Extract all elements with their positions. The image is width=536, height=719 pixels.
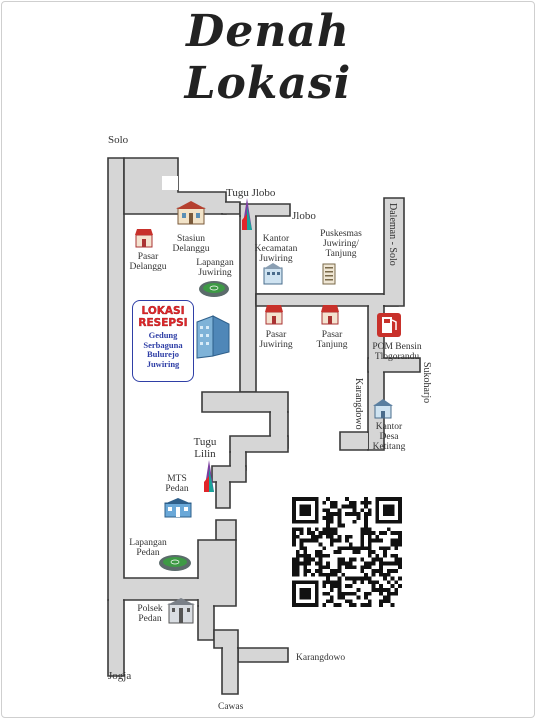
label-lapangan-juwiring-line-1: Lapangan: [196, 258, 234, 268]
label-kantor-desa-line-1: Kantor: [375, 422, 403, 432]
block-north: [162, 176, 178, 190]
label-tugu-lilin-line-1: Tugu: [193, 436, 217, 448]
label-cawas: Cawas: [218, 702, 244, 712]
label-kantor-kec-line-3: Juwiring: [259, 254, 293, 264]
market-awning-icon: [135, 229, 153, 248]
label-kantor-desa: Kantor Desa Ketitang: [370, 422, 408, 452]
venue-heading-1: LOKASI: [141, 305, 185, 317]
label-puskesmas-line-3: Tanjung: [325, 249, 357, 259]
label-jogja: Jogja: [108, 670, 132, 682]
school-icon: [164, 498, 192, 518]
label-mts-line-1: MTS: [167, 474, 187, 484]
label-karangdowo-south: Karangdowo: [296, 653, 346, 663]
label-stasiun-line-2: Delanggu: [172, 244, 210, 254]
label-lapangan-pedan: Lapangan Pedan: [126, 538, 170, 558]
office-building-icon: [263, 263, 283, 285]
label-tugu-lilin: Tugu Lilin: [190, 436, 220, 460]
office-building-icon: [322, 263, 336, 285]
police-station-icon: [167, 598, 195, 624]
label-solo: Solo: [108, 134, 129, 146]
label-puskesmas-line-2: Juwiring/: [323, 239, 359, 249]
market-awning-icon: [265, 305, 283, 325]
label-kantor-kec-line-1: Kantor: [262, 234, 290, 244]
label-pasar-juwiring: Pasar Juwiring: [256, 330, 296, 350]
label-polsek-line-2: Pedan: [138, 614, 162, 624]
venue-card: LOKASI RESEPSI Gedung Serbaguna Bulurejo…: [132, 300, 194, 382]
station-icon: [176, 201, 206, 225]
label-pasar-juwiring-line-2: Juwiring: [259, 340, 293, 350]
venue-name-4: Juwiring: [146, 358, 180, 369]
label-lapangan-pedan-line-1: Lapangan: [129, 538, 167, 548]
label-jlobo: Jlobo: [292, 210, 316, 222]
label-pasar-tanjung-line-1: Pasar: [321, 330, 343, 340]
label-pasar-delanggu: Pasar Delanggu: [128, 252, 168, 272]
label-lapangan-pedan-line-2: Pedan: [136, 548, 160, 558]
label-pasar-delanggu-line-1: Pasar: [137, 252, 159, 262]
label-tugu-lilin-line-2: Lilin: [194, 448, 216, 460]
label-stasiun-line-1: Stasiun: [177, 234, 205, 244]
label-tugu-jlobo: Tugu Jlobo: [226, 187, 276, 199]
office-building-icon: [196, 315, 230, 359]
label-pasar-tanjung-line-2: Tanjung: [316, 340, 348, 350]
label-karangdowo-vertical: Karangdowo: [353, 378, 364, 430]
label-polsek-line-1: Polsek: [137, 604, 163, 614]
label-mts-pedan: MTS Pedan: [162, 474, 192, 494]
label-puskesmas-line-1: Puskesmas: [320, 229, 362, 239]
fuel-pump-icon: [377, 313, 401, 337]
label-kantor-desa-line-2: Desa: [379, 432, 399, 442]
label-puskesmas: Puskesmas Juwiring/ Tanjung: [316, 229, 366, 259]
label-pasar-delanggu-line-2: Delanggu: [129, 262, 167, 272]
monument-icon: [204, 460, 214, 492]
label-mts-line-2: Pedan: [165, 484, 189, 494]
label-lapangan-juwiring: Lapangan Juwiring: [194, 258, 236, 278]
label-polsek-pedan: Polsek Pedan: [132, 604, 168, 624]
market-awning-icon: [321, 305, 339, 325]
label-stasiun: Stasiun Delanggu: [172, 234, 210, 254]
venue-heading-2: RESEPSI: [138, 317, 188, 329]
monument-icon: [242, 198, 252, 230]
road-map: [107, 157, 421, 695]
label-lapangan-juwiring-line-2: Juwiring: [198, 268, 232, 278]
label-pom-bensin: POM Bensin Tlogorandu: [368, 342, 426, 362]
label-pasar-tanjung: Pasar Tanjung: [312, 330, 352, 350]
label-kantor-kec-line-2: Kecamatan: [254, 244, 298, 254]
label-pasar-juwiring-line-1: Pasar: [265, 330, 287, 340]
label-pom-line-2: Tlogorandu: [374, 352, 420, 362]
office-building-icon: [373, 399, 393, 419]
label-kantor-desa-line-3: Ketitang: [372, 442, 406, 452]
label-pom-line-1: POM Bensin: [372, 342, 422, 352]
label-daleman-solo: Daleman - Solo: [387, 203, 398, 266]
qr-code-icon: [292, 497, 402, 607]
label-kantor-kecamatan: Kantor Kecamatan Juwiring: [254, 234, 298, 264]
label-sukoharjo: Sukoharjo: [421, 362, 432, 404]
stadium-icon: [199, 281, 229, 297]
